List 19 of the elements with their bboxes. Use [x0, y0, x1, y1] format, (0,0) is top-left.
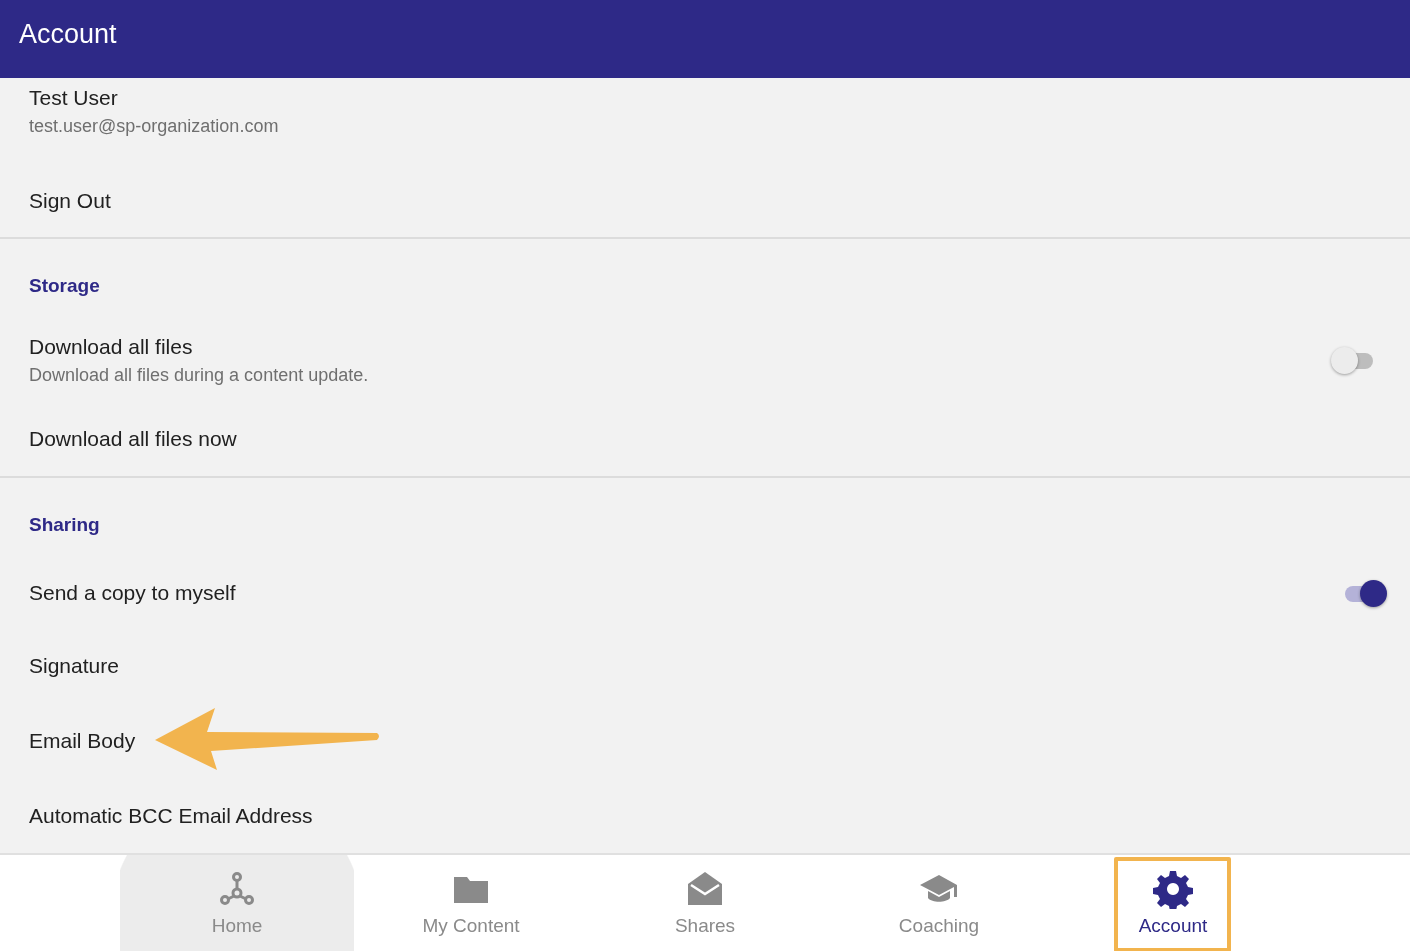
menu-item[interactable]: Automatic BCC Email Address	[29, 803, 313, 828]
setting-label: Download all files	[29, 334, 194, 359]
screen-title: Account	[19, 18, 117, 51]
toggle-switch[interactable]	[1343, 579, 1389, 607]
menu-item[interactable]: Download all files now	[29, 426, 237, 451]
menu-item[interactable]: Email Body	[29, 728, 136, 753]
setting-label: Send a copy to myself	[29, 581, 237, 605]
nav-tab[interactable]: Coaching	[822, 855, 1056, 951]
settings-icon	[1153, 869, 1193, 909]
user-name: Test User	[29, 86, 119, 110]
section-heading: Storage	[28, 274, 101, 298]
nav-tab[interactable]: Account	[1056, 855, 1290, 951]
nav-tab[interactable]: My Content	[354, 855, 588, 951]
nav-tab[interactable]: Shares	[588, 855, 822, 951]
user-email: test.user@sp-organization.com	[29, 116, 280, 137]
section-heading: Sharing	[28, 513, 101, 537]
menu-item[interactable]: Sign Out	[29, 188, 111, 213]
menu-item[interactable]: Signature	[29, 653, 119, 678]
setting-description: Download all files during a content update.	[29, 364, 370, 386]
